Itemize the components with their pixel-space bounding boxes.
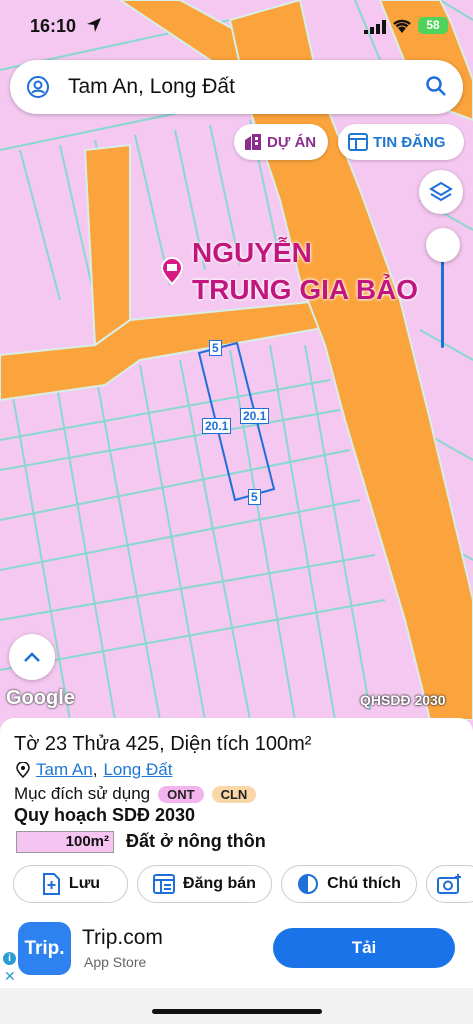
legend-button[interactable]: Chú thích [281, 865, 417, 903]
expand-button[interactable] [9, 634, 55, 680]
opacity-slider-track[interactable] [441, 248, 444, 348]
listing-icon [348, 133, 368, 151]
wifi-icon [392, 18, 412, 39]
chevron-up-icon [24, 652, 40, 662]
poi-line2: TRUNG GIA BẢO [192, 274, 419, 305]
purpose-label: Mục đích sử dụng [14, 784, 151, 803]
dimension-left: 20.1 [202, 418, 232, 434]
layers-button[interactable] [419, 170, 463, 214]
location-arrow-icon [86, 17, 102, 38]
layer-label: QHSDĐ 2030 [360, 692, 446, 708]
search-icon[interactable] [425, 75, 447, 102]
dimension-right: 20.1 [240, 408, 270, 424]
land-use-purpose: Mục đích sử dụng ONT CLN [14, 784, 257, 804]
status-bar: 16:10 58 [0, 14, 473, 38]
dimension-top: 5 [209, 340, 222, 356]
layers-icon [429, 181, 453, 202]
project-chip-label: DỰ ÁN [267, 133, 317, 151]
building-icon [245, 134, 261, 150]
contrast-icon [298, 874, 319, 894]
area-description: Đất ở nông thôn [126, 831, 266, 851]
land-use-tag-ont: ONT [158, 785, 204, 803]
file-add-icon [42, 873, 60, 895]
camera-add-icon [437, 874, 461, 894]
user-icon[interactable] [26, 75, 50, 104]
ad-install-button[interactable]: Tải [273, 928, 455, 968]
ad-info-icon[interactable]: i [3, 952, 16, 965]
save-button[interactable]: Lưu [13, 865, 128, 903]
search-bar[interactable]: Tam An, Long Đất [10, 60, 463, 114]
listings-chip[interactable]: TIN ĐĂNG [338, 124, 464, 160]
plan-title: Quy hoạch SDĐ 2030 [14, 805, 196, 825]
location-pin-icon [16, 762, 30, 778]
ad-app-name[interactable]: Trip.com [82, 926, 163, 950]
dimension-bottom: 5 [248, 489, 261, 505]
listings-chip-label: TIN ĐĂNG [373, 133, 446, 151]
parcel-info-sheet: Tờ 23 Thửa 425, Diện tích 100m² Tam An, … [0, 718, 473, 918]
parcel-title: Tờ 23 Thửa 425, Diện tích 100m² [14, 733, 312, 755]
poi-line1: NGUYỄN [192, 237, 312, 268]
bottom-area [0, 988, 473, 1024]
clock: 16:10 [30, 16, 77, 36]
opacity-slider-knob[interactable] [426, 228, 460, 262]
save-label: Lưu [68, 875, 101, 892]
legend-label: Chú thích [327, 875, 401, 892]
parcel-address: Tam An, Long Đất [16, 760, 172, 780]
post-listing-label: Đăng bán [183, 875, 256, 892]
listing-icon [153, 874, 176, 894]
add-photo-button[interactable] [426, 865, 473, 903]
battery-indicator: 58 [418, 17, 448, 34]
area-value: 100m² [16, 831, 114, 853]
project-chip[interactable]: DỰ ÁN [234, 124, 328, 160]
district-link[interactable]: Long Đất [103, 760, 172, 780]
google-logo: Google [6, 687, 75, 709]
ward-link[interactable]: Tam An [36, 760, 93, 780]
ad-banner[interactable]: i ✕ Trip. Trip.com App Store Tải [0, 918, 473, 988]
home-indicator[interactable] [152, 1009, 322, 1014]
ad-app-logo[interactable]: Trip. [18, 922, 71, 975]
ad-close-icon[interactable]: ✕ [4, 968, 16, 985]
ad-store-label: App Store [84, 954, 147, 970]
post-listing-button[interactable]: Đăng bán [137, 865, 272, 903]
search-input[interactable]: Tam An, Long Đất [68, 75, 235, 99]
land-use-tag-cln: CLN [211, 785, 257, 803]
poi-label[interactable]: NGUYỄN TRUNG GIA BẢO [192, 234, 418, 308]
signal-icon [364, 20, 386, 39]
